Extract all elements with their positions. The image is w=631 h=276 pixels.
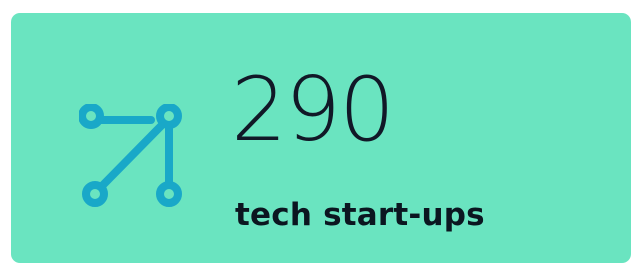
stat-value: 290 [231,58,395,161]
network-nodes-icon [79,104,185,208]
stat-label: tech start-ups [235,197,485,233]
stat-card: 290 tech start-ups [11,13,631,263]
